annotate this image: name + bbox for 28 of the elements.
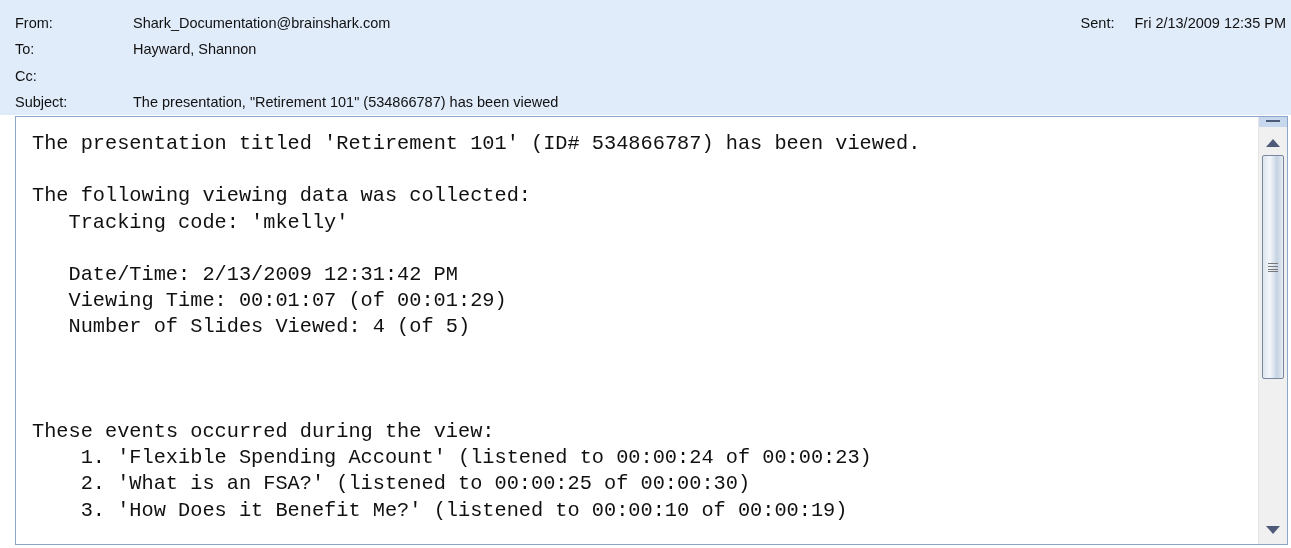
scroll-down-icon[interactable]	[1266, 526, 1280, 534]
list-number: 2.	[80, 472, 105, 496]
split-handle[interactable]	[1259, 117, 1287, 127]
grip-icon	[1268, 262, 1278, 272]
scroll-up-icon[interactable]	[1266, 139, 1280, 147]
field-value: Shark_Documentation@brainshark.com	[133, 15, 391, 32]
body-text: Viewing Time: 00:01:07 (of 00:01:29)	[67, 288, 508, 315]
field-value: Fri 2/13/2009 12:35 PM	[1134, 15, 1286, 31]
body-text: Date/Time: 2/13/2009 12:31:42 PM	[67, 261, 459, 288]
field-label: Cc:	[15, 67, 38, 84]
body-text: 'What is an FSA?' (listened to 00:00:25 of 00:00:30)	[117, 472, 751, 496]
field-label: To:	[15, 41, 36, 58]
body-text: Number of Slides Viewed: 4 (of 5)	[67, 314, 472, 341]
list-number: 3.	[80, 498, 105, 522]
body-text: 'How Does it Benefit Me?' (listened to 00:00:10 of 00:00:19)	[117, 498, 848, 522]
body-text: Tracking code: 'mkelly'	[67, 209, 350, 236]
list-number: 1.	[80, 446, 105, 470]
field-label: Subject:	[15, 94, 69, 111]
field-label: Sent:	[1080, 15, 1115, 31]
body-text: The presentation titled 'Retirement 101' (ID# 534866787) has been viewed.	[32, 131, 922, 157]
body-text: 'Flexible Spending Account' (listened to 00:00:24 of 00:00:23)	[117, 446, 872, 470]
field-label: From:	[15, 15, 54, 32]
field-value: Hayward, Shannon	[133, 41, 257, 58]
field-value: The presentation, "Retirement 101" (534866787) has been viewed	[133, 94, 559, 111]
scroll-thumb[interactable]	[1262, 155, 1284, 379]
body-text: The following viewing data was collected:	[32, 183, 532, 210]
body-text: These events occurred during the view:	[32, 419, 496, 446]
scrollbar[interactable]	[1258, 117, 1287, 544]
